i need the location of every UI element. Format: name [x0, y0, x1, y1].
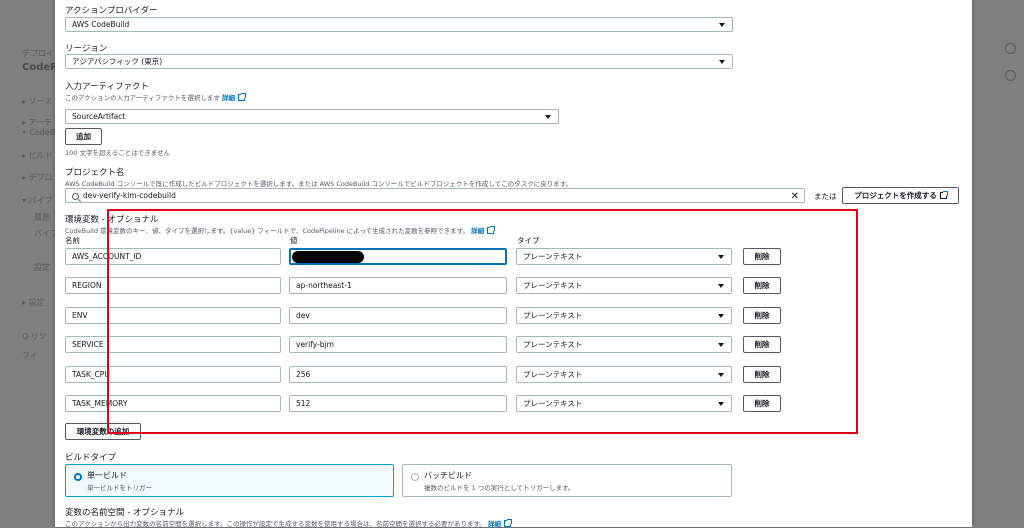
- chevron-down-icon: [719, 59, 725, 64]
- chevron-down-icon: [719, 22, 725, 27]
- bg-text: Q リソ: [22, 332, 47, 341]
- namespace-label: 変数の名前空間 - オプショナル: [65, 508, 184, 518]
- region-select[interactable]: アジアパシフィック (東京): [65, 54, 733, 69]
- settings-icon: [1005, 70, 1016, 81]
- bg-text: ▸ 設定: [22, 298, 45, 307]
- input-artifact-hint: このアクションの入力アーティファクトを選択します 詳細: [65, 92, 246, 102]
- provider-value: AWS CodeBuild: [72, 20, 130, 29]
- bg-text: 設定: [34, 263, 50, 272]
- chevron-down-icon: [545, 114, 551, 119]
- or-text: または: [814, 192, 837, 201]
- edit-action-panel: アクションプロバイダー AWS CodeBuild リージョン アジアパシフィッ…: [55, 0, 972, 528]
- bg-text: • CodeB: [22, 128, 56, 137]
- bg-text: 履歴: [34, 213, 50, 222]
- bg-text: デプロイ: [22, 49, 54, 58]
- close-icon[interactable]: ✕: [791, 191, 799, 202]
- radio-button[interactable]: [411, 473, 419, 481]
- project-search-input[interactable]: dev-verify-kim-codebuild ✕: [65, 188, 805, 203]
- external-link-icon: [237, 93, 246, 101]
- column-name-header: 名前: [65, 236, 80, 245]
- background-right-rail: [972, 0, 1024, 527]
- bg-text: ▸ デプロ: [22, 173, 53, 182]
- bg-text: ▸ ソース: [22, 97, 53, 106]
- build-type-label: ビルドタイプ: [65, 453, 117, 463]
- artifact-limit-note: 100 文字を超えることはできません: [65, 149, 171, 157]
- single-build-desc: 単一ビルドをトリガー: [87, 484, 152, 492]
- batch-build-desc: 複数のビルドを 1 つの実行としてトリガーします。: [424, 484, 575, 492]
- search-icon: [72, 193, 79, 200]
- batch-build-option[interactable]: バッチビルド 複数のビルドを 1 つの実行としてトリガーします。: [402, 464, 732, 497]
- background-left-nav: デプロイ CodePi ▸ ソース ▸ アーテ • CodeB ▸ ビルド ▸ …: [0, 0, 61, 527]
- bg-text: フィ: [22, 351, 38, 360]
- external-link-icon: [939, 191, 948, 199]
- single-build-option[interactable]: 単一ビルド 単一ビルドをトリガー: [65, 464, 394, 497]
- external-link-icon: [503, 519, 512, 527]
- create-project-label: プロジェクトを作成する: [854, 191, 937, 200]
- project-hint: AWS CodeBuild コンソールで既に作成したビルドプロジェクトを選択しま…: [65, 180, 573, 188]
- input-artifact-select[interactable]: SourceArtifact: [65, 109, 559, 124]
- project-value: dev-verify-kim-codebuild: [83, 191, 176, 200]
- info-icon: [1005, 43, 1016, 54]
- batch-build-title: バッチビルド: [424, 471, 472, 480]
- radio-button-selected[interactable]: [74, 473, 82, 481]
- input-artifact-detail-link[interactable]: 詳細: [222, 94, 235, 102]
- provider-select[interactable]: AWS CodeBuild: [65, 17, 733, 32]
- provider-label: アクションプロバイダー: [65, 6, 158, 16]
- region-label: リージョン: [65, 44, 108, 54]
- bg-text: ▸ ビルド: [22, 151, 53, 160]
- bg-text: ▾ パイプ: [22, 196, 53, 205]
- single-build-title: 単一ビルド: [87, 471, 127, 480]
- bg-text: ▸ アーテ: [22, 118, 53, 127]
- add-artifact-button[interactable]: 追加: [65, 128, 102, 145]
- project-label: プロジェクト名: [65, 168, 125, 178]
- input-artifact-label: 入力アーティファクト: [65, 82, 149, 92]
- create-project-button[interactable]: プロジェクトを作成する: [842, 187, 959, 204]
- highlight-annotation: [107, 209, 858, 434]
- input-artifact-value: SourceArtifact: [72, 112, 126, 121]
- region-value: アジアパシフィック (東京): [72, 57, 163, 66]
